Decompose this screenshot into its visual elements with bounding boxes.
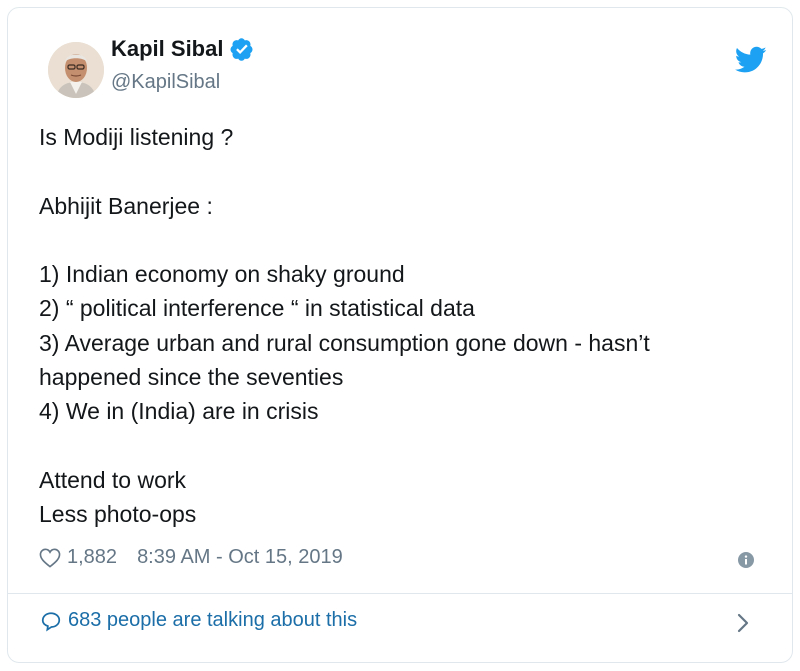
tweet-line: 1) Indian economy on shaky ground: [39, 261, 405, 288]
author-row: Kapil Sibal: [111, 36, 254, 62]
tweet-line: Less photo-ops: [39, 501, 197, 528]
twitter-bird-icon[interactable]: [734, 46, 767, 74]
speech-bubble-icon: [41, 611, 61, 632]
tweet-line: happened since the seventies: [39, 364, 344, 391]
footer-divider: [8, 593, 792, 594]
avatar-image: [48, 42, 104, 98]
conversation-link[interactable]: 683 people are talking about this: [40, 609, 357, 632]
talking-count-label[interactable]: 683 people are talking about this: [68, 609, 357, 632]
tweet-line: 2) “ political interference “ in statist…: [39, 295, 475, 322]
tweet-line: Attend to work: [39, 466, 187, 493]
verified-badge-icon: [230, 38, 253, 61]
tweet-text: Is Modiji listening ? Abhijit Banerjee :…: [39, 120, 759, 532]
tweet-line: 3) Average urban and rural consumption g…: [39, 329, 650, 356]
tweet-line: Abhijit Banerjee :: [39, 192, 213, 219]
author-handle[interactable]: @KapilSibal: [111, 71, 220, 94]
tweet-timestamp[interactable]: 8:39 AM - Oct 15, 2019: [137, 546, 343, 569]
tweet-line: Is Modiji listening ?: [39, 124, 234, 150]
author-name[interactable]: Kapil Sibal: [111, 36, 223, 62]
like-count[interactable]: 1,882: [67, 546, 117, 569]
tweet-meta: 1,882 8:39 AM - Oct 15, 2019: [39, 546, 343, 569]
chevron-right-icon[interactable]: [736, 612, 750, 634]
heart-icon[interactable]: [39, 548, 61, 568]
tweet-line: [39, 429, 759, 463]
avatar[interactable]: [48, 42, 104, 98]
tweet-line: [39, 154, 759, 188]
tweet-line: [39, 223, 759, 257]
tweet-line: 4) We in (India) are in crisis: [39, 398, 319, 425]
info-icon[interactable]: [738, 552, 754, 568]
